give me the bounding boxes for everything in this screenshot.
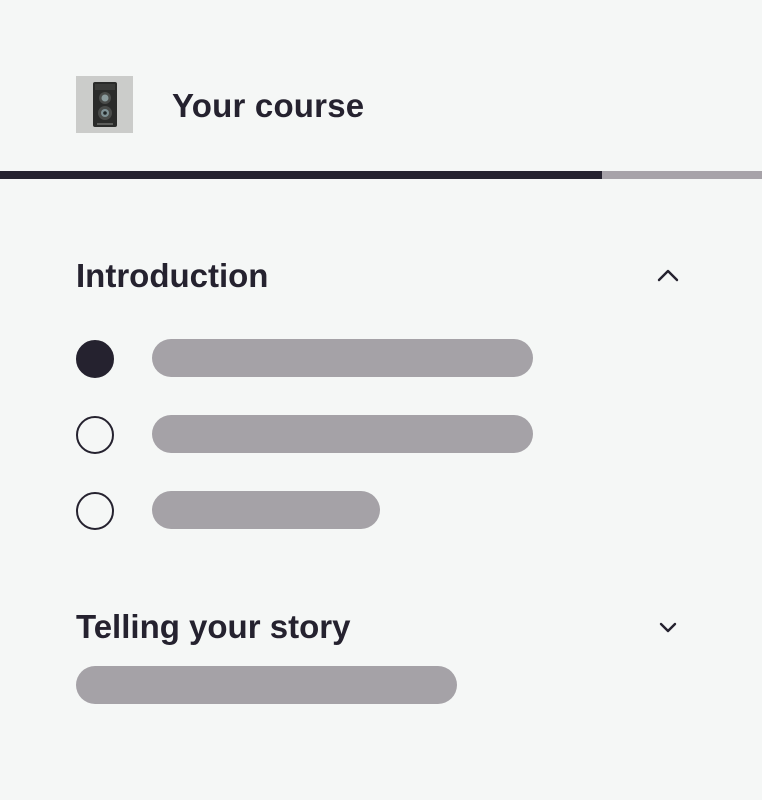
lesson-item[interactable] <box>76 339 546 379</box>
section-summary-placeholder <box>76 666 457 704</box>
course-progress-bar <box>0 171 762 179</box>
course-title: Your course <box>172 87 365 124</box>
lesson-item[interactable] <box>76 491 546 531</box>
lesson-status-indicator <box>76 492 114 530</box>
lesson-status-indicator <box>76 416 114 454</box>
lesson-item[interactable] <box>76 415 546 455</box>
section-title: Telling your story <box>76 608 351 645</box>
section-introduction-header[interactable]: Introduction <box>76 256 686 296</box>
course-thumbnail-camera-icon <box>76 76 133 133</box>
section-title: Introduction <box>76 257 269 294</box>
lesson-title-placeholder <box>152 491 380 529</box>
course-progress-fill <box>0 171 602 179</box>
course-header: Your course <box>0 0 762 171</box>
chevron-down-icon[interactable] <box>656 615 680 639</box>
section-telling-your-story-header[interactable]: Telling your story <box>76 607 686 647</box>
chevron-up-icon[interactable] <box>656 264 680 288</box>
lesson-current-indicator <box>76 340 114 378</box>
lesson-title-placeholder <box>152 339 533 377</box>
lesson-title-placeholder <box>152 415 533 453</box>
